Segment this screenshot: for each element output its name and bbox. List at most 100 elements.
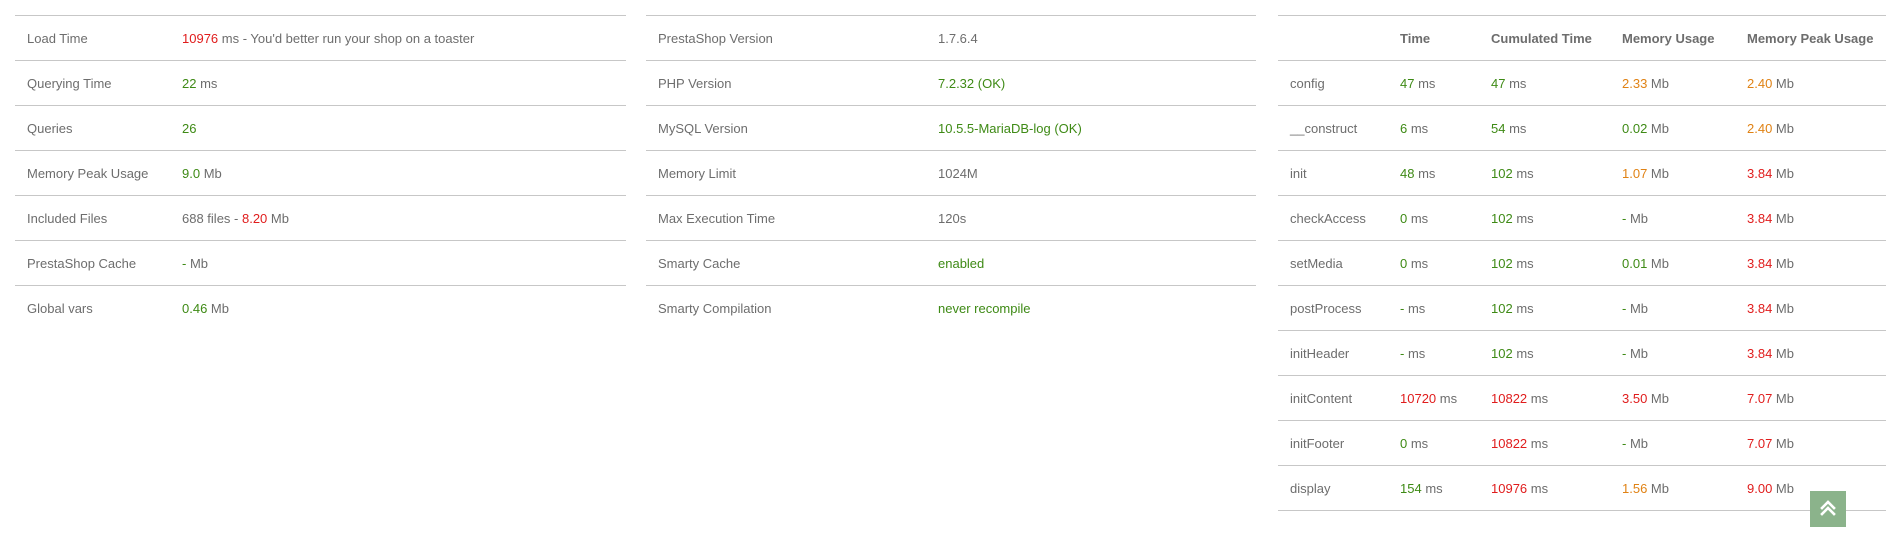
environment-value: 1024M xyxy=(938,165,978,181)
step-cumulated-time-value: 102 xyxy=(1491,345,1513,361)
step-memory-peak-value: 3.84 xyxy=(1747,165,1773,181)
environment-row: Smarty Cache enabled xyxy=(646,240,1256,286)
step-cumulated-time-unit: ms xyxy=(1512,300,1534,316)
step-memory-usage-value: 3.50 xyxy=(1622,390,1648,406)
summary-row: Memory Peak Usage 9.0 Mb xyxy=(15,150,626,196)
environment-label: Memory Limit xyxy=(658,165,737,181)
summary-value-cell: 0.46 Mb xyxy=(170,286,626,331)
step-memory-usage-unit: Mb xyxy=(1626,300,1649,316)
step-memory-peak-unit: Mb xyxy=(1772,210,1794,226)
step-memory-usage: - Mb xyxy=(1610,196,1735,241)
summary-label: Memory Peak Usage xyxy=(27,165,149,181)
steps-row: init 48 ms 102 ms 1.07 Mb 3.84 Mb xyxy=(1278,150,1886,196)
step-memory-peak: 2.40 Mb xyxy=(1735,106,1886,151)
step-time-unit: ms xyxy=(1421,480,1443,496)
steps-row: postProcess - ms 102 ms - Mb 3.84 Mb xyxy=(1278,285,1886,331)
step-memory-usage-unit: Mb xyxy=(1626,210,1649,226)
step-cumulated-time-unit: ms xyxy=(1527,390,1549,406)
summary-value-cell: 9.0 Mb xyxy=(170,151,626,196)
step-name: checkAccess xyxy=(1290,210,1366,226)
step-name: config xyxy=(1290,75,1325,91)
step-memory-peak-unit: Mb xyxy=(1772,165,1794,181)
summary-value: 26 xyxy=(182,120,197,136)
step-cumulated-time-value: 10822 xyxy=(1491,435,1528,451)
environment-value: 7.2.32 (OK) xyxy=(938,75,1006,91)
step-time: 154 ms xyxy=(1388,466,1479,511)
steps-header-row: Time Cumulated Time Memory Usage Memory Pea… xyxy=(1278,15,1886,61)
scroll-to-top-button[interactable] xyxy=(1810,491,1846,527)
step-time: 0 ms xyxy=(1388,421,1479,466)
environment-label: Max Execution Time xyxy=(658,210,776,226)
step-cumulated-time: 102 ms xyxy=(1479,196,1610,241)
step-name: setMedia xyxy=(1290,255,1343,271)
summary-suffix: Mb xyxy=(186,255,209,271)
step-cumulated-time-value: 54 xyxy=(1491,120,1506,136)
step-cumulated-time-unit: ms xyxy=(1512,255,1534,271)
step-memory-usage: - Mb xyxy=(1610,286,1735,331)
step-cumulated-time-unit: ms xyxy=(1505,75,1527,91)
step-memory-usage-unit: Mb xyxy=(1647,480,1669,496)
steps-column-header xyxy=(1278,16,1388,61)
step-memory-peak: 7.07 Mb xyxy=(1735,421,1886,466)
environment-value: never recompile xyxy=(938,300,1031,316)
summary-panel: Load Time 10976 ms - You'd better run you… xyxy=(15,15,626,331)
summary-value-cell: 10976 ms - You'd better run your shop on… xyxy=(170,16,626,61)
step-time: - ms xyxy=(1388,331,1479,376)
summary-value: 0.46 xyxy=(182,300,208,316)
environment-label: Smarty Cache xyxy=(658,255,741,271)
step-memory-peak-value: 3.84 xyxy=(1747,210,1773,226)
summary-value: 688 files - xyxy=(182,210,242,226)
step-memory-usage-unit: Mb xyxy=(1626,345,1649,361)
step-memory-usage: 0.01 Mb xyxy=(1610,241,1735,286)
step-time-unit: ms xyxy=(1404,345,1426,361)
step-memory-peak-unit: Mb xyxy=(1772,300,1794,316)
step-name: display xyxy=(1290,480,1331,496)
environment-label: MySQL Version xyxy=(658,120,748,136)
step-memory-peak-value: 3.84 xyxy=(1747,345,1773,361)
step-time-unit: ms xyxy=(1436,390,1458,406)
environment-label: PrestaShop Version xyxy=(658,30,773,46)
steps-row: checkAccess 0 ms 102 ms - Mb 3.84 Mb xyxy=(1278,195,1886,241)
step-memory-usage-value: 1.07 xyxy=(1622,165,1648,181)
step-cumulated-time-unit: ms xyxy=(1505,120,1527,136)
step-name: init xyxy=(1290,165,1307,181)
step-memory-usage-unit: Mb xyxy=(1647,75,1669,91)
step-memory-peak: 3.84 Mb xyxy=(1735,331,1886,376)
summary-label: Querying Time xyxy=(27,75,112,91)
summary-label: Load Time xyxy=(27,30,88,46)
summary-row: Queries 26 xyxy=(15,105,626,151)
step-time-unit: ms xyxy=(1407,120,1429,136)
step-cumulated-time: 102 ms xyxy=(1479,151,1610,196)
step-name: initHeader xyxy=(1290,345,1350,361)
step-cumulated-time-value: 102 xyxy=(1491,210,1513,226)
step-cumulated-time-value: 10822 xyxy=(1491,390,1528,406)
step-name: initContent xyxy=(1290,390,1353,406)
step-memory-usage-unit: Mb xyxy=(1647,120,1669,136)
summary-label: Included Files xyxy=(27,210,108,226)
step-memory-usage-value: 0.02 xyxy=(1622,120,1648,136)
step-memory-peak: 3.84 Mb xyxy=(1735,196,1886,241)
steps-row: initHeader - ms 102 ms - Mb 3.84 Mb xyxy=(1278,330,1886,376)
step-memory-peak-unit: Mb xyxy=(1772,435,1794,451)
step-memory-peak-unit: Mb xyxy=(1772,255,1794,271)
step-cumulated-time-unit: ms xyxy=(1512,210,1534,226)
summary-suffix: Mb xyxy=(200,165,222,181)
step-time-unit: ms xyxy=(1414,165,1436,181)
step-time-unit: ms xyxy=(1404,300,1426,316)
step-cumulated-time: 47 ms xyxy=(1479,61,1610,106)
step-cumulated-time: 54 ms xyxy=(1479,106,1610,151)
summary-suffix: Mb xyxy=(207,300,229,316)
environment-row: Smarty Compilation never recompile xyxy=(646,285,1256,331)
summary-row: Global vars 0.46 Mb xyxy=(15,285,626,331)
step-memory-usage-value: 1.56 xyxy=(1622,480,1648,496)
step-time: 0 ms xyxy=(1388,241,1479,286)
step-memory-peak-unit: Mb xyxy=(1772,390,1794,406)
step-memory-peak-unit: Mb xyxy=(1772,75,1794,91)
summary-value-cell: 22 ms xyxy=(170,61,626,106)
step-memory-usage: 0.02 Mb xyxy=(1610,106,1735,151)
steps-row: initFooter 0 ms 10822 ms - Mb 7.07 Mb xyxy=(1278,420,1886,466)
summary-row: Included Files 688 files - 8.20 Mb xyxy=(15,195,626,241)
summary-value: 9.0 xyxy=(182,165,201,181)
step-memory-peak-value: 2.40 xyxy=(1747,120,1773,136)
step-memory-usage: - Mb xyxy=(1610,331,1735,376)
